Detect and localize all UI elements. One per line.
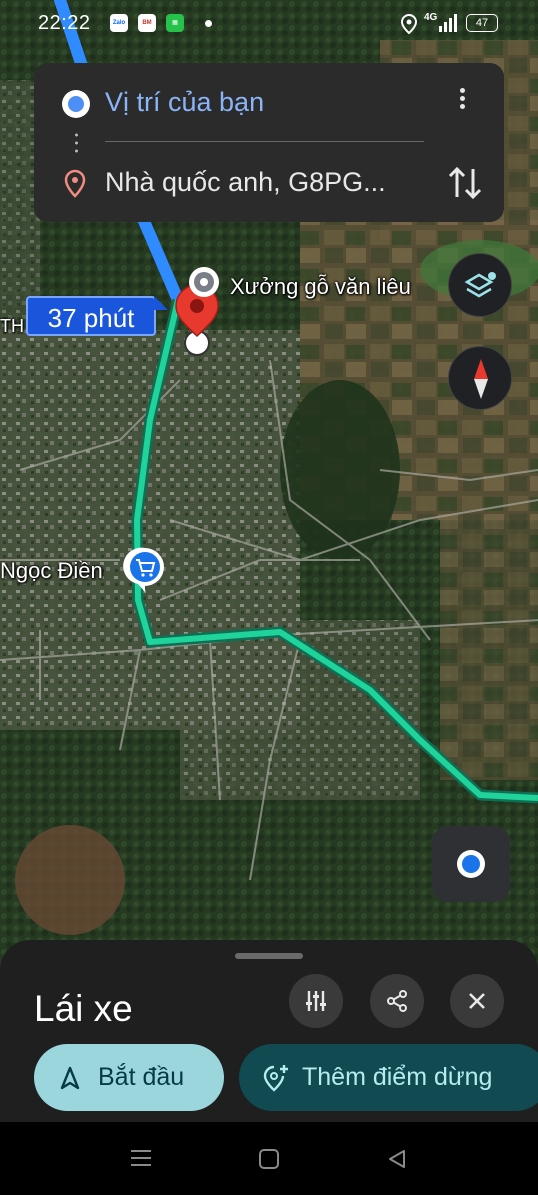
- signal-icon: [439, 14, 457, 32]
- bao-moi-app-icon: BM: [138, 14, 156, 32]
- divider: [105, 141, 424, 142]
- share-button[interactable]: [370, 974, 424, 1028]
- network-type: 4G: [424, 12, 438, 23]
- destination-field[interactable]: Nhà quốc anh, G8PG...: [105, 167, 386, 198]
- share-icon: [387, 990, 407, 1012]
- status-time: 22:22: [38, 12, 91, 34]
- status-bar: 22:22 Zalo BM ▦ 4G 47: [0, 0, 538, 48]
- route-dots-icon: [75, 131, 78, 157]
- current-location-dot-icon: [62, 90, 90, 118]
- navigation-arrow-icon: [60, 1066, 80, 1090]
- start-button[interactable]: Bắt đầu: [34, 1044, 224, 1111]
- route-options-button[interactable]: [289, 974, 343, 1028]
- location-icon: [400, 14, 418, 34]
- close-icon: [469, 993, 485, 1009]
- partial-place-label: TH: [0, 316, 24, 336]
- place-label-wood-workshop[interactable]: Xưởng gỗ văn liêu: [230, 274, 411, 300]
- location-pin-icon: [64, 169, 86, 198]
- compass-button[interactable]: [448, 346, 512, 410]
- directions-panel: Vị trí của bạn Nhà quốc anh, G8PG...: [34, 63, 504, 222]
- layers-button[interactable]: [448, 253, 512, 317]
- place-label-shop[interactable]: Ngọc Điền: [0, 558, 103, 584]
- add-stop-label: Thêm điểm dừng: [302, 1063, 493, 1091]
- start-button-label: Bắt đầu: [98, 1063, 185, 1091]
- compass-icon: [474, 359, 488, 399]
- system-nav-bar: [0, 1122, 538, 1195]
- add-stop-button[interactable]: Thêm điểm dừng: [239, 1044, 538, 1111]
- place-marker-icon: [189, 267, 219, 297]
- my-location-button[interactable]: [432, 826, 510, 902]
- recent-apps-icon[interactable]: [130, 1148, 152, 1168]
- home-icon[interactable]: [258, 1148, 280, 1170]
- back-icon[interactable]: [386, 1148, 408, 1170]
- tune-icon: [306, 991, 326, 1011]
- swap-vertical-icon[interactable]: [448, 163, 482, 203]
- travel-mode-title: Lái xe: [34, 988, 133, 1029]
- more-vert-icon[interactable]: [453, 85, 471, 121]
- battery-indicator: 47: [466, 14, 498, 32]
- zalo-app-icon: Zalo: [110, 14, 128, 32]
- drag-handle[interactable]: [235, 953, 303, 959]
- close-button[interactable]: [450, 974, 504, 1028]
- grid-app-icon: ▦: [166, 14, 184, 32]
- layers-icon: [464, 272, 496, 298]
- eta-badge[interactable]: 37 phút: [26, 296, 168, 336]
- notification-dot: [205, 20, 212, 27]
- bottom-sheet: Lái xe Bắt đầu Thêm điểm dừng: [0, 940, 538, 1122]
- add-location-icon: [263, 1065, 288, 1092]
- origin-field[interactable]: Vị trí của bạn: [105, 87, 264, 118]
